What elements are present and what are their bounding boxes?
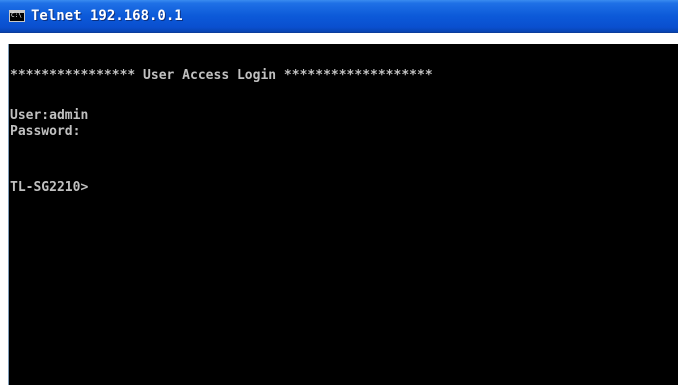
user-line: User:admin bbox=[10, 108, 89, 123]
console-icon-label: C:\ bbox=[11, 12, 22, 19]
title-bar[interactable]: C:\ Telnet 192.168.0.1 bbox=[0, 0, 678, 33]
window-title: Telnet 192.168.0.1 bbox=[31, 8, 183, 24]
command-prompt[interactable]: TL-SG2210> bbox=[10, 180, 88, 196]
terminal-console[interactable]: **************** User Access Login *****… bbox=[8, 44, 678, 385]
login-banner: **************** User Access Login *****… bbox=[10, 68, 433, 83]
telnet-window: C:\ Telnet 192.168.0.1 **************** … bbox=[0, 0, 678, 385]
window-edge bbox=[0, 33, 678, 44]
console-icon[interactable]: C:\ bbox=[9, 10, 25, 22]
password-line: Password: bbox=[10, 124, 81, 139]
